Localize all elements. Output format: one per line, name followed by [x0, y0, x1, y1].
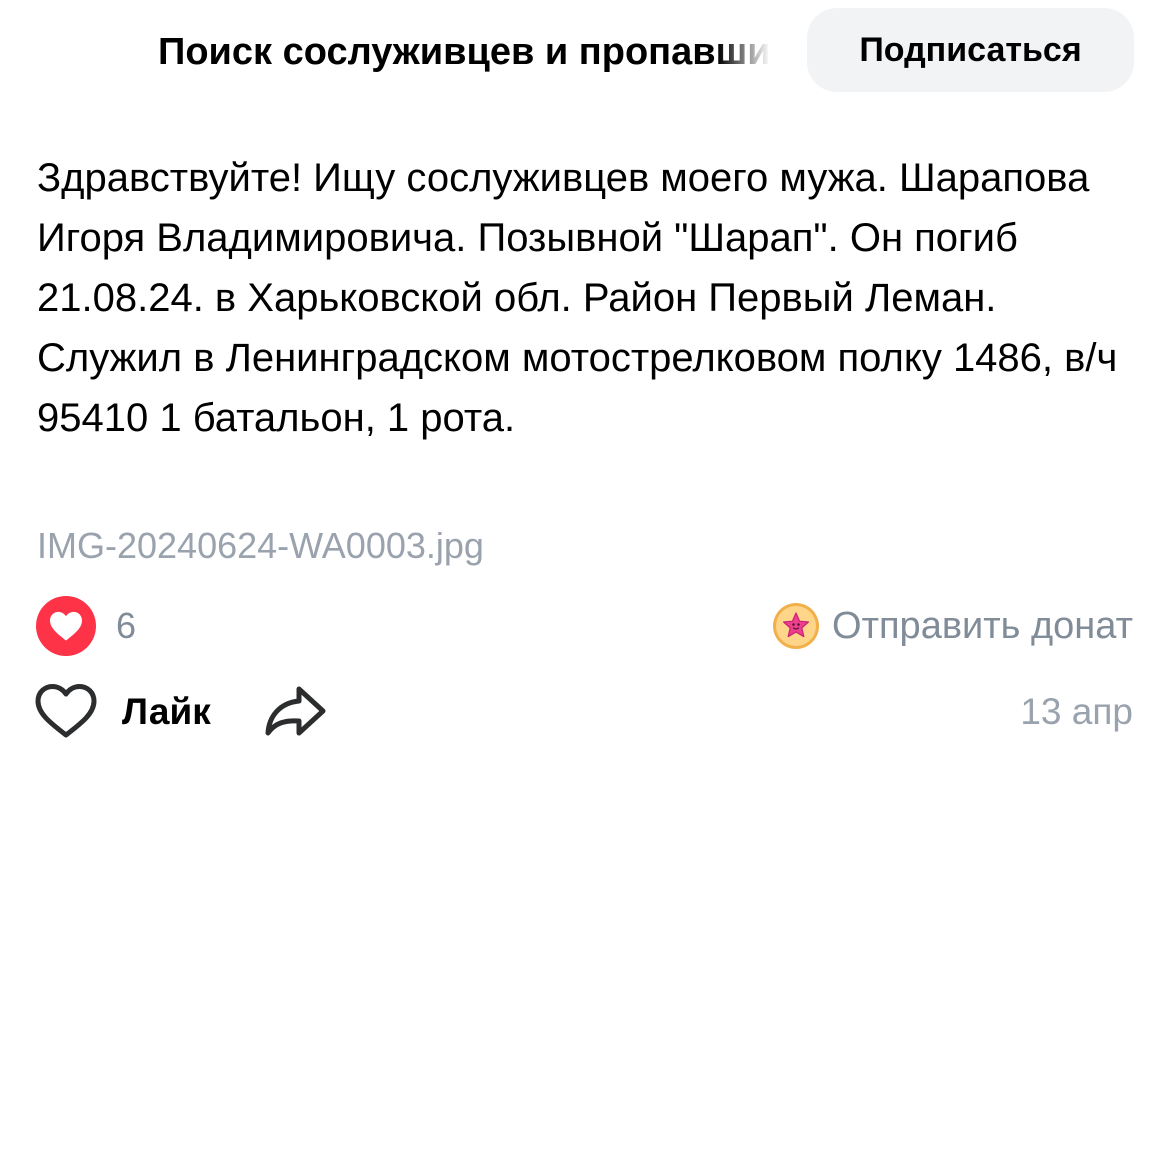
post-text: Здравствуйте! Ищу сослуживцев моего мужа… [37, 156, 1118, 440]
attachment-link[interactable]: IMG-20240624-WA0003.jpg [37, 522, 484, 570]
post-header: Поиск сослуживцев и пропавших Подписатьс… [0, 0, 1170, 100]
like-button[interactable]: Лайк [34, 683, 211, 742]
likes-count: 6 [116, 605, 137, 646]
donut-icon [772, 602, 820, 650]
like-label: Лайк [122, 691, 211, 732]
heart-outline-icon [34, 683, 98, 742]
group-title[interactable]: Поиск сослуживцев и пропавших [158, 28, 770, 76]
subscribe-button[interactable]: Подписаться [807, 8, 1134, 92]
reactions-summary[interactable]: 6 [36, 596, 136, 656]
share-button[interactable] [263, 683, 327, 742]
donate-label: Отправить донат [832, 604, 1133, 647]
heart-icon [36, 596, 96, 656]
donate-button[interactable]: Отправить донат [772, 600, 1133, 652]
post-actions: Лайк [34, 682, 327, 742]
share-arrow-icon [263, 683, 327, 742]
post-date: 13 апр [1020, 691, 1133, 732]
